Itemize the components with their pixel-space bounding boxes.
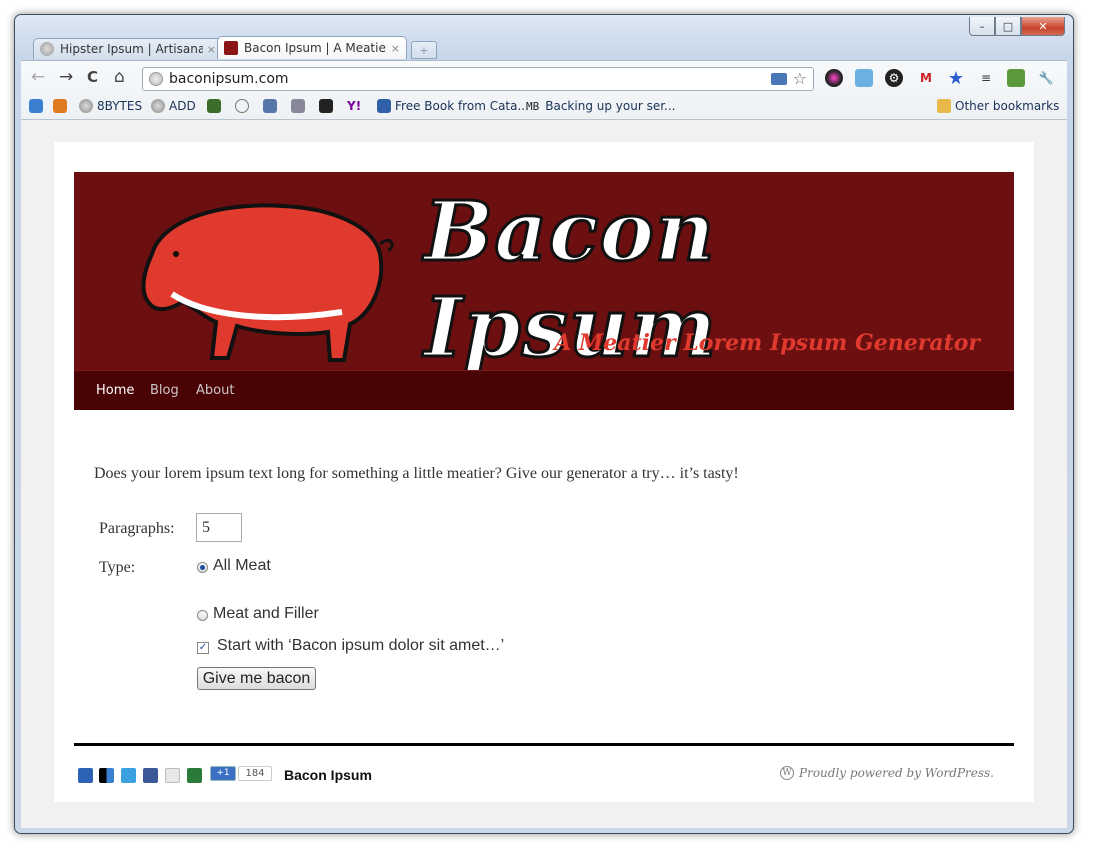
bacon-favicon-icon xyxy=(224,41,238,55)
pig-logo-icon xyxy=(141,203,394,362)
main-nav: Home Blog About xyxy=(74,370,1014,410)
extension-camera-icon[interactable] xyxy=(825,69,843,87)
extension-gear-icon[interactable]: ⚙ xyxy=(885,69,903,87)
tab-title: Hipster Ipsum | Artisanal fill xyxy=(60,42,203,56)
folder-icon xyxy=(937,99,951,113)
bookmark-icon-2[interactable] xyxy=(53,99,71,113)
bookmark-free-book[interactable]: Free Book from Cata... xyxy=(377,99,529,113)
tab-title: Bacon Ipsum | A Meatier Lo xyxy=(244,41,387,55)
facebook-icon[interactable] xyxy=(143,768,158,783)
address-bar[interactable]: baconipsum.com ☆ xyxy=(142,67,814,91)
evernote-icon[interactable] xyxy=(1007,69,1025,87)
share-icon[interactable] xyxy=(187,768,202,783)
all-meat-radio[interactable] xyxy=(197,562,208,573)
bookmark-icon-6[interactable] xyxy=(319,99,337,113)
bookmark-8bytes[interactable]: 8BYTES xyxy=(79,99,142,113)
extension-star-icon[interactable]: ★ xyxy=(947,68,965,89)
type-label: Type: xyxy=(99,559,136,576)
url-text: baconipsum.com xyxy=(169,71,289,87)
bookmark-wordpress[interactable] xyxy=(235,99,253,113)
maximize-button[interactable]: □ xyxy=(995,17,1021,36)
intro-text: Does your lorem ipsum text long for some… xyxy=(94,465,739,482)
back-button[interactable]: ← xyxy=(31,67,45,87)
extension-layers-icon[interactable]: ≡ xyxy=(977,69,995,87)
all-meat-label[interactable]: All Meat xyxy=(213,557,271,575)
tab-close-icon[interactable]: × xyxy=(391,42,400,55)
meat-and-filler-label[interactable]: Meat and Filler xyxy=(213,605,319,623)
star-bookmark-icon[interactable]: ☆ xyxy=(793,69,807,88)
google-plus-one-button[interactable]: +1 xyxy=(210,766,236,781)
browser-window: – □ ✕ Hipster Ipsum | Artisanal fill × B… xyxy=(14,14,1074,834)
page-content: Bacon Ipsum A Meatier Lorem Ipsum Genera… xyxy=(54,142,1034,802)
wordpress-icon xyxy=(235,99,249,113)
email-icon[interactable] xyxy=(165,768,180,783)
bookmark-add[interactable]: ADD xyxy=(151,99,196,113)
extension-person-icon[interactable] xyxy=(855,69,873,87)
wrench-icon[interactable]: 🔧 xyxy=(1037,69,1055,87)
home-button[interactable]: ⌂ xyxy=(114,67,125,87)
tab-strip: Hipster Ipsum | Artisanal fill × Bacon I… xyxy=(33,36,437,59)
globe-icon xyxy=(149,72,163,86)
start-with-checkbox[interactable]: ✓ xyxy=(197,642,209,654)
forward-button[interactable]: → xyxy=(59,67,73,87)
browser-toolbar: ← → C ⌂ baconipsum.com ☆ ⚙ M ★ ≡ 🔧 8BYTE… xyxy=(21,60,1067,119)
close-window-button[interactable]: ✕ xyxy=(1021,17,1065,36)
paragraphs-input[interactable]: 5 xyxy=(196,513,242,542)
twitter-icon[interactable] xyxy=(121,768,136,783)
minimize-button[interactable]: – xyxy=(969,17,995,36)
site-tagline: A Meatier Lorem Ipsum Generator xyxy=(554,330,980,356)
yahoo-icon[interactable]: Y! xyxy=(347,99,361,113)
nav-about[interactable]: About xyxy=(196,383,234,398)
bookmark-icon-3[interactable] xyxy=(207,99,225,113)
meat-and-filler-radio[interactable] xyxy=(197,610,208,621)
bookmark-icon-4[interactable] xyxy=(263,99,281,113)
digg-icon[interactable] xyxy=(78,768,93,783)
wordpress-icon: W xyxy=(780,766,795,780)
globe-icon xyxy=(151,99,165,113)
delicious-icon[interactable] xyxy=(99,768,114,783)
bookmark-icon-5[interactable] xyxy=(291,99,309,113)
globe-icon xyxy=(40,42,54,56)
footer-divider xyxy=(74,743,1014,746)
nav-home[interactable]: Home xyxy=(96,383,134,398)
bookmark-backing-up[interactable]: MB Backing up your ser... xyxy=(526,99,676,113)
window-controls: – □ ✕ xyxy=(969,17,1065,36)
gmail-icon[interactable]: M xyxy=(917,69,935,87)
powered-by-text: Proudly powered by WordPress. xyxy=(799,766,994,780)
other-bookmarks[interactable]: Other bookmarks xyxy=(937,99,1059,113)
give-me-bacon-button[interactable]: Give me bacon xyxy=(197,667,316,690)
reload-button[interactable]: C xyxy=(87,68,98,86)
bookmark-icon-1[interactable] xyxy=(29,99,47,113)
new-tab-button[interactable]: + xyxy=(411,41,437,59)
bookmarks-bar: 8BYTES ADD Y! Free Book from Cata... MB B… xyxy=(21,96,1067,116)
page-action-icon[interactable] xyxy=(771,73,787,85)
footer-site-name[interactable]: Bacon Ipsum xyxy=(284,767,372,783)
plus-one-count: 184 xyxy=(238,766,272,781)
paragraphs-label: Paragraphs: xyxy=(99,520,175,537)
document-icon xyxy=(377,99,391,113)
globe-icon xyxy=(79,99,93,113)
nav-blog[interactable]: Blog xyxy=(150,383,179,398)
start-with-label[interactable]: Start with ‘Bacon ipsum dolor sit amet…’ xyxy=(217,637,504,655)
powered-by[interactable]: W Proudly powered by WordPress. xyxy=(780,766,994,780)
tab-bacon-ipsum[interactable]: Bacon Ipsum | A Meatier Lo × xyxy=(217,36,407,59)
page-viewport: Bacon Ipsum A Meatier Lorem Ipsum Genera… xyxy=(21,119,1067,828)
tab-hipster-ipsum[interactable]: Hipster Ipsum | Artisanal fill × xyxy=(33,38,223,59)
tab-close-icon[interactable]: × xyxy=(207,43,216,56)
site-header-banner: Bacon Ipsum A Meatier Lorem Ipsum Genera… xyxy=(74,172,1014,370)
